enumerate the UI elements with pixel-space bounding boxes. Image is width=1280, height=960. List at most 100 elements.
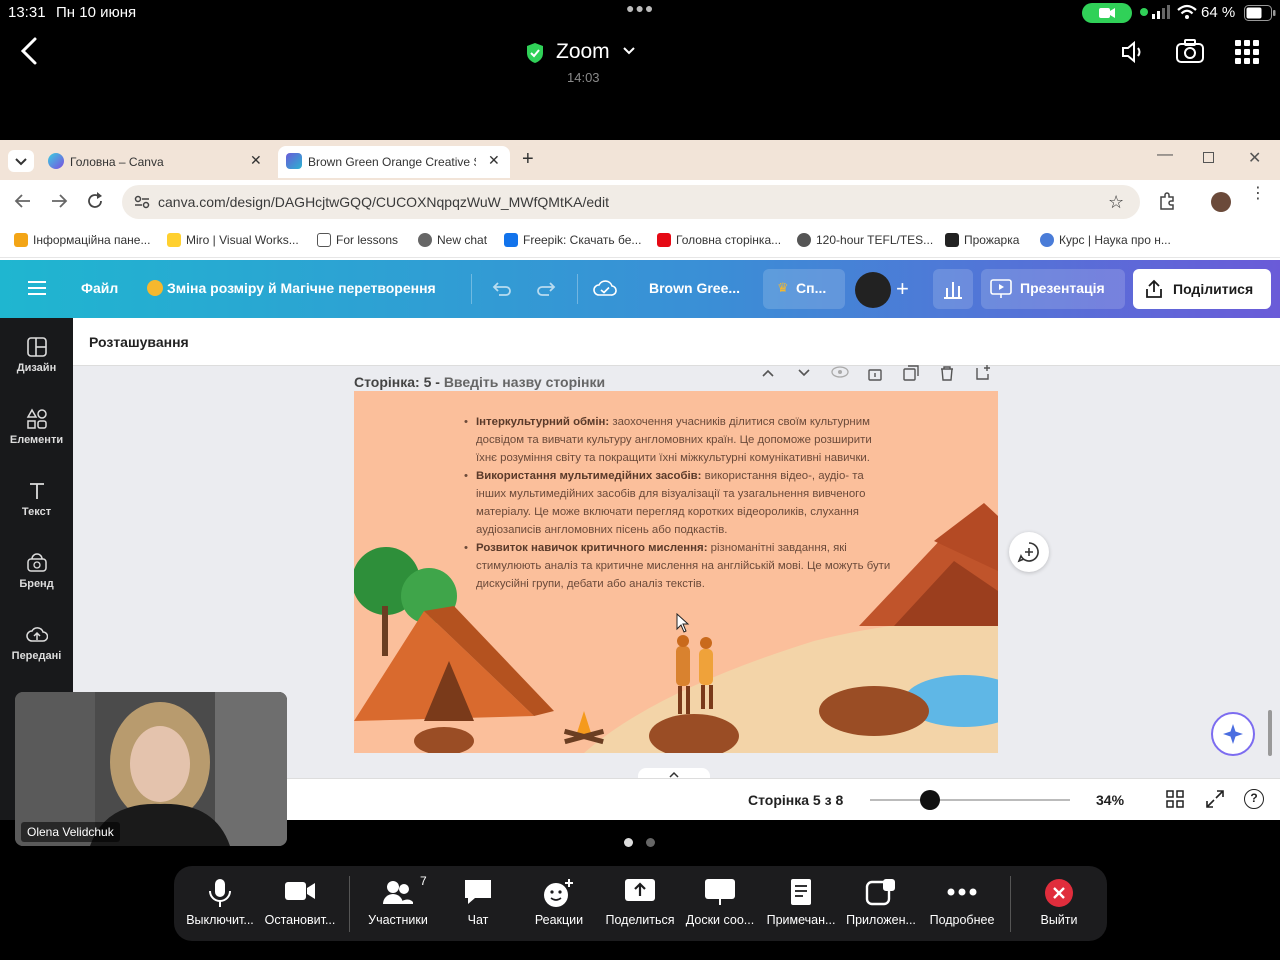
duplicate-page-icon[interactable] (903, 365, 919, 381)
close-tab-icon[interactable]: ✕ (250, 152, 262, 169)
add-collaborator-icon[interactable]: + (896, 276, 909, 302)
zoom-slider[interactable] (870, 790, 1070, 810)
hide-page-icon[interactable] (831, 365, 849, 379)
reactions-button[interactable]: Реакции (519, 866, 599, 941)
document-title[interactable]: Brown Gree... (649, 280, 740, 296)
resize-magic-button[interactable]: Зміна розміру й Магічне перетворення (167, 280, 436, 296)
bookmark-item[interactable]: Прожарка (945, 233, 1019, 247)
bookmark-item[interactable]: New chat (418, 233, 487, 247)
camera-switch-icon[interactable] (1175, 38, 1205, 64)
bookmark-item[interactable]: Курс | Наука про н... (1040, 233, 1171, 247)
zoom-slider-thumb[interactable] (920, 790, 940, 810)
bookmark-favicon-icon (418, 233, 432, 247)
fullscreen-icon[interactable] (1206, 790, 1224, 808)
delete-page-icon[interactable] (939, 365, 955, 381)
participants-button[interactable]: 7 Участники (358, 866, 438, 941)
notes-button[interactable]: Примечан... (761, 866, 841, 941)
toolbar-label: Поделиться (605, 913, 675, 927)
redo-icon[interactable] (537, 280, 557, 298)
new-tab-icon[interactable]: + (522, 148, 534, 171)
chevron-down-icon[interactable] (797, 368, 811, 378)
page-dot-active[interactable] (624, 838, 633, 847)
sidebar-item-brand[interactable]: Бренд (0, 552, 73, 590)
sidebar-item-uploads[interactable]: Передані (0, 624, 73, 662)
leave-icon (1044, 878, 1074, 908)
insights-button[interactable] (933, 269, 973, 309)
tab-label: Brown Green Orange Creative S (308, 155, 476, 169)
bookmark-item[interactable]: 120-hour TEFL/TES... (797, 233, 933, 247)
profile-avatar[interactable] (1211, 192, 1231, 212)
address-bar[interactable]: canva.com/design/DAGHcjtwGQQ/CUCOXNqpqzW… (122, 185, 1140, 219)
minimize-icon[interactable]: — (1157, 146, 1173, 164)
zoom-level[interactable]: 34% (1096, 792, 1124, 808)
sidebar-item-text[interactable]: Текст (0, 480, 73, 518)
browser-forward-icon[interactable] (50, 192, 68, 210)
leave-button[interactable]: Выйти (1019, 866, 1099, 941)
mute-button[interactable]: Выключит... (180, 866, 260, 941)
bookmark-item[interactable]: Головна сторінка... (657, 233, 781, 247)
file-menu[interactable]: Файл (81, 280, 118, 296)
browser-menu-icon[interactable]: ⋮ (1250, 186, 1266, 202)
add-page-icon[interactable] (975, 364, 991, 380)
tab-active-design[interactable]: Brown Green Orange Creative S ✕ (278, 146, 510, 178)
lock-page-icon[interactable] (867, 365, 883, 381)
tab-search-icon[interactable] (8, 150, 34, 172)
share-pill[interactable]: ♛ Сп... (763, 269, 845, 309)
hamburger-menu-icon[interactable] (28, 280, 46, 296)
bookmark-item[interactable]: Miro | Visual Works... (167, 233, 299, 247)
grid-icon[interactable] (1235, 40, 1259, 64)
page-title-input[interactable]: Введіть назву сторінки (444, 374, 605, 390)
apps-button[interactable]: Приложен... (841, 866, 921, 941)
reload-icon[interactable] (86, 192, 104, 210)
avatar[interactable] (855, 272, 891, 308)
slide-canvas[interactable]: Інтеркультурний обмін: заохочення учасни… (354, 391, 998, 753)
bullet-heading: Інтеркультурний обмін: (476, 416, 610, 428)
back-icon[interactable] (18, 36, 40, 66)
site-settings-icon[interactable] (134, 195, 150, 209)
sidebar-item-elements[interactable]: Елементи (0, 408, 73, 446)
tab-canva-home[interactable]: Головна – Canva ✕ (40, 146, 274, 178)
participant-video[interactable]: Olena Velidchuk (15, 692, 287, 846)
close-window-icon[interactable]: ✕ (1248, 148, 1261, 168)
bookmark-item[interactable]: For lessons (317, 233, 398, 247)
grid-view-icon[interactable] (1166, 790, 1184, 808)
reaction-icon (543, 878, 575, 908)
upload-share-icon (1144, 279, 1164, 299)
slide-text-box[interactable]: Інтеркультурний обмін: заохочення учасни… (464, 413, 894, 593)
close-tab-icon[interactable]: ✕ (488, 152, 500, 169)
chevron-down-icon[interactable] (622, 46, 636, 56)
stop-video-button[interactable]: Остановит... (260, 866, 340, 941)
sidebar-item-design[interactable]: Дизайн (0, 336, 73, 374)
more-button[interactable]: Подробнее (922, 866, 1002, 941)
share-screen-button[interactable]: Поделиться (600, 866, 680, 941)
undo-icon[interactable] (491, 280, 511, 298)
bookmark-item[interactable]: Інформаційна пане... (14, 233, 150, 247)
sidebar-item-label: Дизайн (16, 362, 57, 374)
whiteboards-button[interactable]: Доски соо... (680, 866, 760, 941)
bookmark-item[interactable]: Freepik: Скачать бе... (504, 233, 641, 247)
restore-icon[interactable] (1203, 152, 1214, 163)
zoom-toolbar: Выключит... Остановит... 7 Участники Чат… (174, 866, 1107, 941)
chevron-up-icon[interactable] (761, 368, 775, 378)
share-button[interactable]: Поділитися (1133, 269, 1271, 309)
chat-button[interactable]: Чат (438, 866, 518, 941)
browser-back-icon[interactable] (14, 192, 32, 210)
help-icon[interactable]: ? (1244, 789, 1264, 809)
magic-sparkle-icon[interactable] (1211, 712, 1255, 756)
participant-name: Olena Velidchuk (21, 822, 120, 842)
vertical-scrollbar[interactable] (1268, 710, 1272, 756)
meeting-title[interactable]: Zoom (556, 40, 610, 64)
present-button[interactable]: Презентація (981, 269, 1125, 309)
speaker-icon[interactable] (1120, 40, 1146, 64)
bookmark-star-icon[interactable]: ☆ (1108, 192, 1124, 213)
toolbar-label: Выйти (1040, 913, 1078, 927)
status-time: 13:31 (8, 4, 46, 21)
extensions-icon[interactable] (1158, 192, 1176, 210)
toolbar-label: Участники (368, 913, 428, 927)
multitask-dots-icon[interactable]: ●●● (626, 0, 654, 16)
comment-button[interactable] (1009, 532, 1049, 572)
signal-icon (1152, 5, 1170, 19)
cloud-saved-icon[interactable] (593, 279, 617, 297)
page-dot[interactable] (646, 838, 655, 847)
bookmark-favicon-icon (504, 233, 518, 247)
